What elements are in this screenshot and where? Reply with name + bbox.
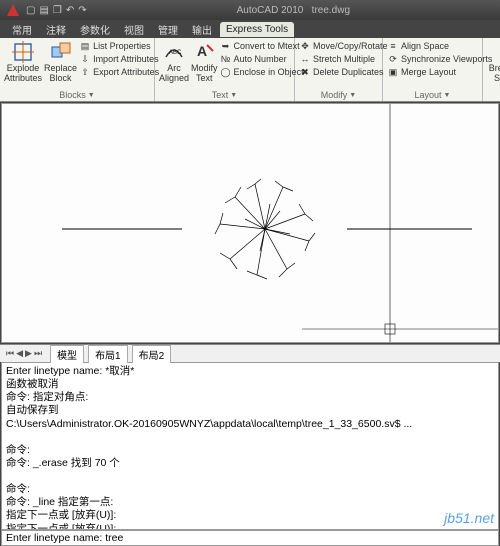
- quick-access-toolbar: ▢ ▤ ❐ ↶ ↷: [26, 5, 87, 16]
- tab-first-icon[interactable]: ⏮: [6, 348, 14, 359]
- tab-prev-icon[interactable]: ◀: [16, 348, 23, 359]
- command-log-line: 指定下一点或 [放弃(U)]:: [6, 523, 494, 531]
- command-log-line: 命令: 指定对角点:: [6, 391, 494, 404]
- modify-text-icon: A: [192, 40, 216, 64]
- ribbon: Explode Attributes Replace Block ▤List P…: [0, 38, 500, 102]
- merge-layout-button[interactable]: ▣Merge Layout: [387, 66, 492, 78]
- svg-text:A: A: [197, 43, 207, 59]
- window-title: AutoCAD 2010 tree.dwg: [87, 5, 500, 16]
- tab-parametric[interactable]: 参数化: [74, 20, 116, 39]
- enclose-object-button[interactable]: ◯Enclose in Object: [220, 66, 304, 78]
- tab-common[interactable]: 常用: [6, 20, 38, 39]
- deldup-icon: ✖: [299, 66, 311, 78]
- app-logo[interactable]: [4, 1, 22, 19]
- stretch-multiple-button[interactable]: ↔Stretch Multiple: [299, 53, 388, 65]
- modify-text-button[interactable]: A Modify Text: [191, 40, 218, 84]
- command-input[interactable]: Enter linetype name: tree: [1, 530, 499, 546]
- panel-text: ABC Arc Aligned A Modify Text ➥Convert t…: [155, 38, 295, 101]
- tab-express-tools[interactable]: Express Tools: [220, 22, 294, 37]
- tab-layout2[interactable]: 布局2: [132, 345, 172, 363]
- tab-next-icon[interactable]: ▶: [25, 348, 32, 359]
- mcr-icon: ✥: [299, 40, 311, 52]
- rt-icon: ➥: [220, 40, 232, 52]
- command-log-line: 命令:: [6, 483, 494, 496]
- sync-icon: ⟳: [387, 53, 399, 65]
- command-log-line: 函数被取消: [6, 378, 494, 391]
- enclose-icon: ◯: [220, 66, 232, 78]
- panel-dropdown-icon[interactable]: ▼: [230, 92, 237, 99]
- tab-layout1[interactable]: 布局1: [88, 345, 128, 363]
- layout-tabs: ⏮ ◀ ▶ ⏭ 模型 布局1 布局2: [0, 344, 500, 362]
- qat-open-icon[interactable]: ▤: [39, 5, 48, 16]
- move-copy-rotate-button[interactable]: ✥Move/Copy/Rotate: [299, 40, 388, 52]
- export-icon: ⇧: [79, 66, 91, 78]
- qat-undo-icon[interactable]: ↶: [66, 5, 74, 16]
- tab-model[interactable]: 模型: [50, 345, 84, 363]
- command-log-line: [6, 470, 494, 483]
- align-space-button[interactable]: ≡Align Space: [387, 40, 492, 52]
- tab-manage[interactable]: 管理: [152, 20, 184, 39]
- explode-attributes-button[interactable]: Explode Attributes: [4, 40, 42, 84]
- export-attributes-button[interactable]: ⇧Export Attributes: [79, 66, 159, 78]
- command-log-line: 自动保存到: [6, 404, 494, 417]
- import-attributes-button[interactable]: ⇩Import Attributes: [79, 53, 159, 65]
- panel-draw: Break-line Symbol Super Hatch Draw: [483, 38, 500, 101]
- num-icon: №: [220, 53, 232, 65]
- arc-text-icon: ABC: [162, 40, 186, 64]
- auto-number-button[interactable]: №Auto Number: [220, 53, 304, 65]
- convert-mtext-button[interactable]: ➥Convert to Mtext: [220, 40, 304, 52]
- drawing-area[interactable]: [1, 103, 499, 343]
- command-history[interactable]: Enter linetype name: *取消*函数被取消命令: 指定对角点:…: [1, 362, 499, 530]
- title-bar: ▢ ▤ ❐ ↶ ↷ AutoCAD 2010 tree.dwg: [0, 0, 500, 20]
- qat-save-icon[interactable]: ❐: [53, 5, 62, 16]
- delete-duplicates-button[interactable]: ✖Delete Duplicates: [299, 66, 388, 78]
- list-icon: ▤: [79, 40, 91, 52]
- command-log-line: C:\Users\Administrator.OK-20160905WNYZ\a…: [6, 418, 494, 431]
- break-line-button[interactable]: Break-line Symbol: [487, 40, 500, 84]
- ribbon-tabs: 常用 注释 参数化 视图 管理 输出 Express Tools: [0, 20, 500, 38]
- svg-text:ABC: ABC: [169, 50, 182, 56]
- panel-dropdown-icon[interactable]: ▼: [349, 92, 356, 99]
- align-icon: ≡: [387, 40, 399, 52]
- import-icon: ⇩: [79, 53, 91, 65]
- arc-aligned-button[interactable]: ABC Arc Aligned: [159, 40, 189, 84]
- command-log-line: 命令: _line 指定第一点:: [6, 496, 494, 509]
- command-log-line: 指定下一点或 [放弃(U)]:: [6, 509, 494, 522]
- replace-block-button[interactable]: Replace Block: [44, 40, 77, 84]
- explode-icon: [11, 40, 35, 64]
- panel-modify: ✥Move/Copy/Rotate ↔Stretch Multiple ✖Del…: [295, 38, 383, 101]
- stretch-icon: ↔: [299, 53, 311, 65]
- replace-block-icon: [49, 40, 73, 64]
- qat-redo-icon[interactable]: ↷: [78, 5, 86, 16]
- tab-last-icon[interactable]: ⏭: [34, 348, 42, 359]
- list-properties-button[interactable]: ▤List Properties: [79, 40, 159, 52]
- command-log-line: Enter linetype name: *取消*: [6, 365, 494, 378]
- tab-output[interactable]: 输出: [186, 20, 218, 39]
- command-log-line: [6, 431, 494, 444]
- command-log-line: 命令:: [6, 444, 494, 457]
- sync-viewports-button[interactable]: ⟳Synchronize Viewports: [387, 53, 492, 65]
- tab-view[interactable]: 视图: [118, 20, 150, 39]
- panel-layout: ≡Align Space ⟳Synchronize Viewports ▣Mer…: [383, 38, 483, 101]
- panel-dropdown-icon[interactable]: ▼: [88, 92, 95, 99]
- tab-annotate[interactable]: 注释: [40, 20, 72, 39]
- command-log-line: 命令: _.erase 找到 70 个: [6, 457, 494, 470]
- panel-dropdown-icon[interactable]: ▼: [444, 92, 451, 99]
- merge-icon: ▣: [387, 66, 399, 78]
- panel-blocks: Explode Attributes Replace Block ▤List P…: [0, 38, 155, 101]
- qat-new-icon[interactable]: ▢: [26, 5, 35, 16]
